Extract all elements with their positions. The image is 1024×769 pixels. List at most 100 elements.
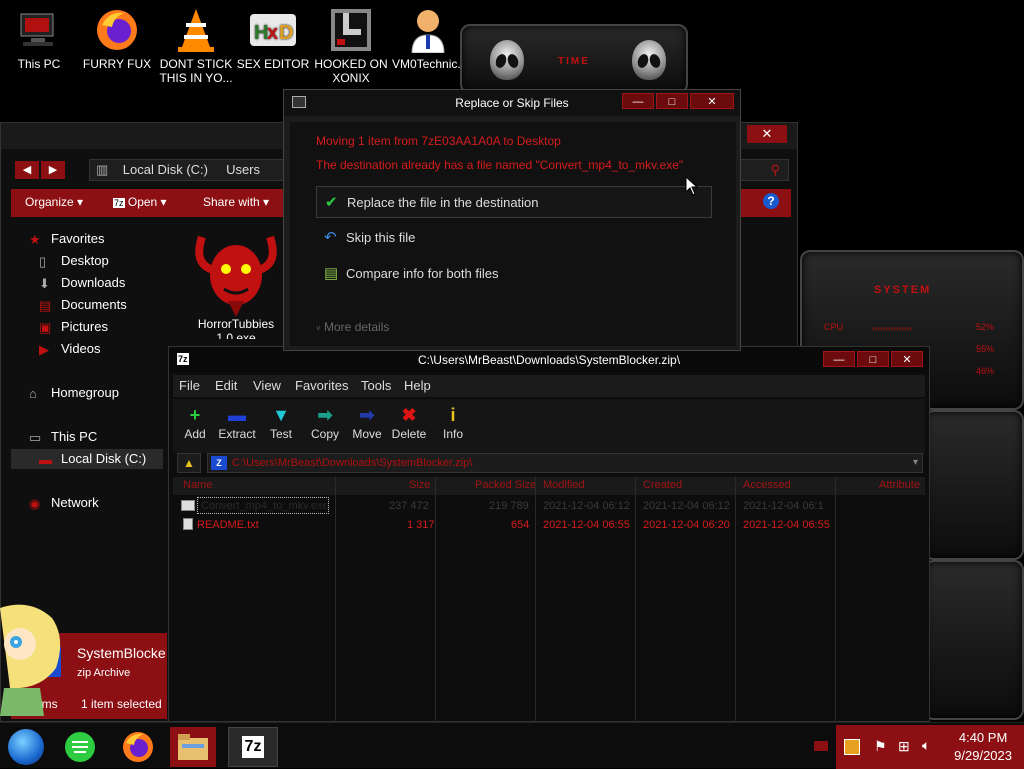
breadcrumb-users[interactable]: Users [226,162,260,177]
time-gadget[interactable]: TIME [460,24,688,94]
desktop-icon-sex-editor[interactable]: HxD SEX EDITOR [236,6,310,71]
taskbar-7zip[interactable]: 7z [228,727,278,767]
taskbar-firefox[interactable] [118,727,158,767]
nav-this-pc[interactable]: ▭ This PC [29,429,97,445]
desktop-icon-label: This PC [17,57,61,71]
desktop-icon-hooked-on-xonix[interactable]: HOOKED ON XONIX [314,6,388,85]
cpu-bar-icon: ››››››››››››››› [872,324,912,333]
desktop-icon-this-pc[interactable]: This PC [2,6,76,71]
open-button[interactable]: 7z Open ▾ [113,195,167,209]
cell-name: Convert_mp4_to_mkv.exe [201,500,327,512]
column-attributes[interactable]: Attribute [879,479,920,491]
7zip-icon: 7z [241,736,265,758]
start-button[interactable] [6,727,46,767]
volume-icon[interactable]: 🔈︎ [922,737,930,754]
taskbar-file-explorer[interactable] [170,727,216,767]
explorer-close-button[interactable]: ✕ [747,125,787,143]
7zip-small-icon: 7z [113,198,125,208]
svg-text:x: x [267,22,278,44]
nav-documents[interactable]: ▤ Documents [39,297,127,313]
technician-icon [404,6,452,54]
help-icon[interactable]: ? [763,193,779,209]
close-button[interactable]: ✕ [891,351,923,367]
more-details-link[interactable]: ˅ More details [316,320,389,334]
flag-icon[interactable]: ⚑ [874,738,887,755]
file-item-horrortubbies[interactable]: HorrorTubbies 1.0.exe [177,227,295,347]
videos-icon: ▶ [39,342,49,357]
back-button[interactable]: ◀ [15,161,39,179]
column-size[interactable]: Size [409,479,430,491]
drive-icon: ▬ [39,452,52,467]
share-with-button[interactable]: Share with ▾ [203,195,269,209]
menu-favorites[interactable]: Favorites [295,378,348,393]
tray-app-icon[interactable] [844,739,860,755]
menu-help[interactable]: Help [404,378,431,393]
add-icon: + [189,405,201,425]
organize-button[interactable]: Organize ▾ [25,195,83,209]
chevron-down-icon[interactable]: ▾ [913,454,918,472]
table-row[interactable]: README.txt 1 317 654 2021-12-04 06:55 20… [173,516,925,534]
mouse-cursor-icon [685,175,699,199]
status-selected: 1 item selected [81,697,162,711]
move-icon: ➡ [359,405,375,425]
compare-files-option[interactable]: ▤ Compare info for both files [316,258,712,290]
minimize-button[interactable]: — [823,351,855,367]
text-file-icon [183,518,193,530]
exe-file-icon [181,500,195,511]
hxd-icon: HxD [249,6,297,54]
column-name[interactable]: Name [183,479,212,491]
7zip-title-icon: 7z [177,353,189,365]
network-icon[interactable]: ⊞ [898,738,910,755]
desktop-icon-vm0technic[interactable]: VM0Technic... [392,6,467,71]
desktop-icon-furry-fux[interactable]: FURRY FUX [80,6,154,71]
folder-icon: ▥ [96,162,109,177]
nav-network[interactable]: ◉ Network [29,495,99,511]
column-packed-size[interactable]: Packed Size [475,479,536,491]
taskbar-notes-app[interactable] [60,727,100,767]
firefox-icon [93,6,141,54]
move-button[interactable]: ➡ Move [345,403,389,441]
search-icon[interactable]: ⚲ [770,160,780,180]
nav-pictures[interactable]: ▣ Pictures [39,319,108,335]
column-accessed[interactable]: Accessed [743,479,791,491]
desktop-icon-vlc[interactable]: DONT STICK THIS IN YO... [158,6,234,85]
nav-desktop[interactable]: ▯ Desktop [39,253,109,269]
system-gadget-frame-2 [924,410,1024,560]
7zip-path-field[interactable]: Z C:\Users\MrBeast\Downloads\SystemBlock… [207,453,923,473]
menu-edit[interactable]: Edit [215,378,237,393]
nav-favorites[interactable]: ★ Favorites [29,231,104,247]
show-hidden-icons-button[interactable] [814,741,828,751]
replace-file-option[interactable]: ✔ Replace the file in the destination [316,186,712,218]
forward-button[interactable]: ▶ [41,161,65,179]
menu-file[interactable]: File [179,378,200,393]
replace-skip-dialog: Replace or Skip Files — □ ✕ Moving 1 item … [283,89,741,351]
folder-up-button[interactable]: ▲ [177,453,201,473]
skip-file-option[interactable]: ↶ Skip this file [316,222,712,254]
delete-button[interactable]: ✖ Delete [387,403,431,441]
maximize-button[interactable]: □ [857,351,889,367]
nav-homegroup[interactable]: ⌂ Homegroup [29,385,119,401]
cpu-value-1: 52% [976,322,995,332]
nav-local-disk[interactable]: ▬ Local Disk (C:) [11,449,163,469]
column-modified[interactable]: Modified [543,479,585,491]
maximize-button[interactable]: □ [656,93,688,109]
close-button[interactable]: ✕ [690,93,734,109]
minimize-button[interactable]: — [622,93,654,109]
copy-button[interactable]: ➡ Copy [303,403,347,441]
folder-icon [178,734,208,760]
add-button[interactable]: + Add [173,403,217,441]
menu-view[interactable]: View [253,378,281,393]
nav-downloads[interactable]: ⬇ Downloads [39,275,125,291]
breadcrumb-local-disk[interactable]: Local Disk (C:) [123,162,208,177]
clock[interactable]: 4:40 PM 9/29/2023 [954,729,1012,765]
info-button[interactable]: i Info [431,403,475,441]
nav-videos[interactable]: ▶ Videos [39,341,101,357]
test-button[interactable]: ▼ Test [259,403,303,441]
extract-button[interactable]: ▬ Extract [215,403,259,441]
column-created[interactable]: Created [643,479,682,491]
cell-size: 1 317 [407,519,435,531]
downloads-icon: ⬇ [39,276,50,291]
table-row[interactable]: Convert_mp4_to_mkv.exe 237 472 219 789 2… [173,497,925,515]
clock-time: 4:40 PM [958,730,1008,745]
menu-tools[interactable]: Tools [361,378,391,393]
